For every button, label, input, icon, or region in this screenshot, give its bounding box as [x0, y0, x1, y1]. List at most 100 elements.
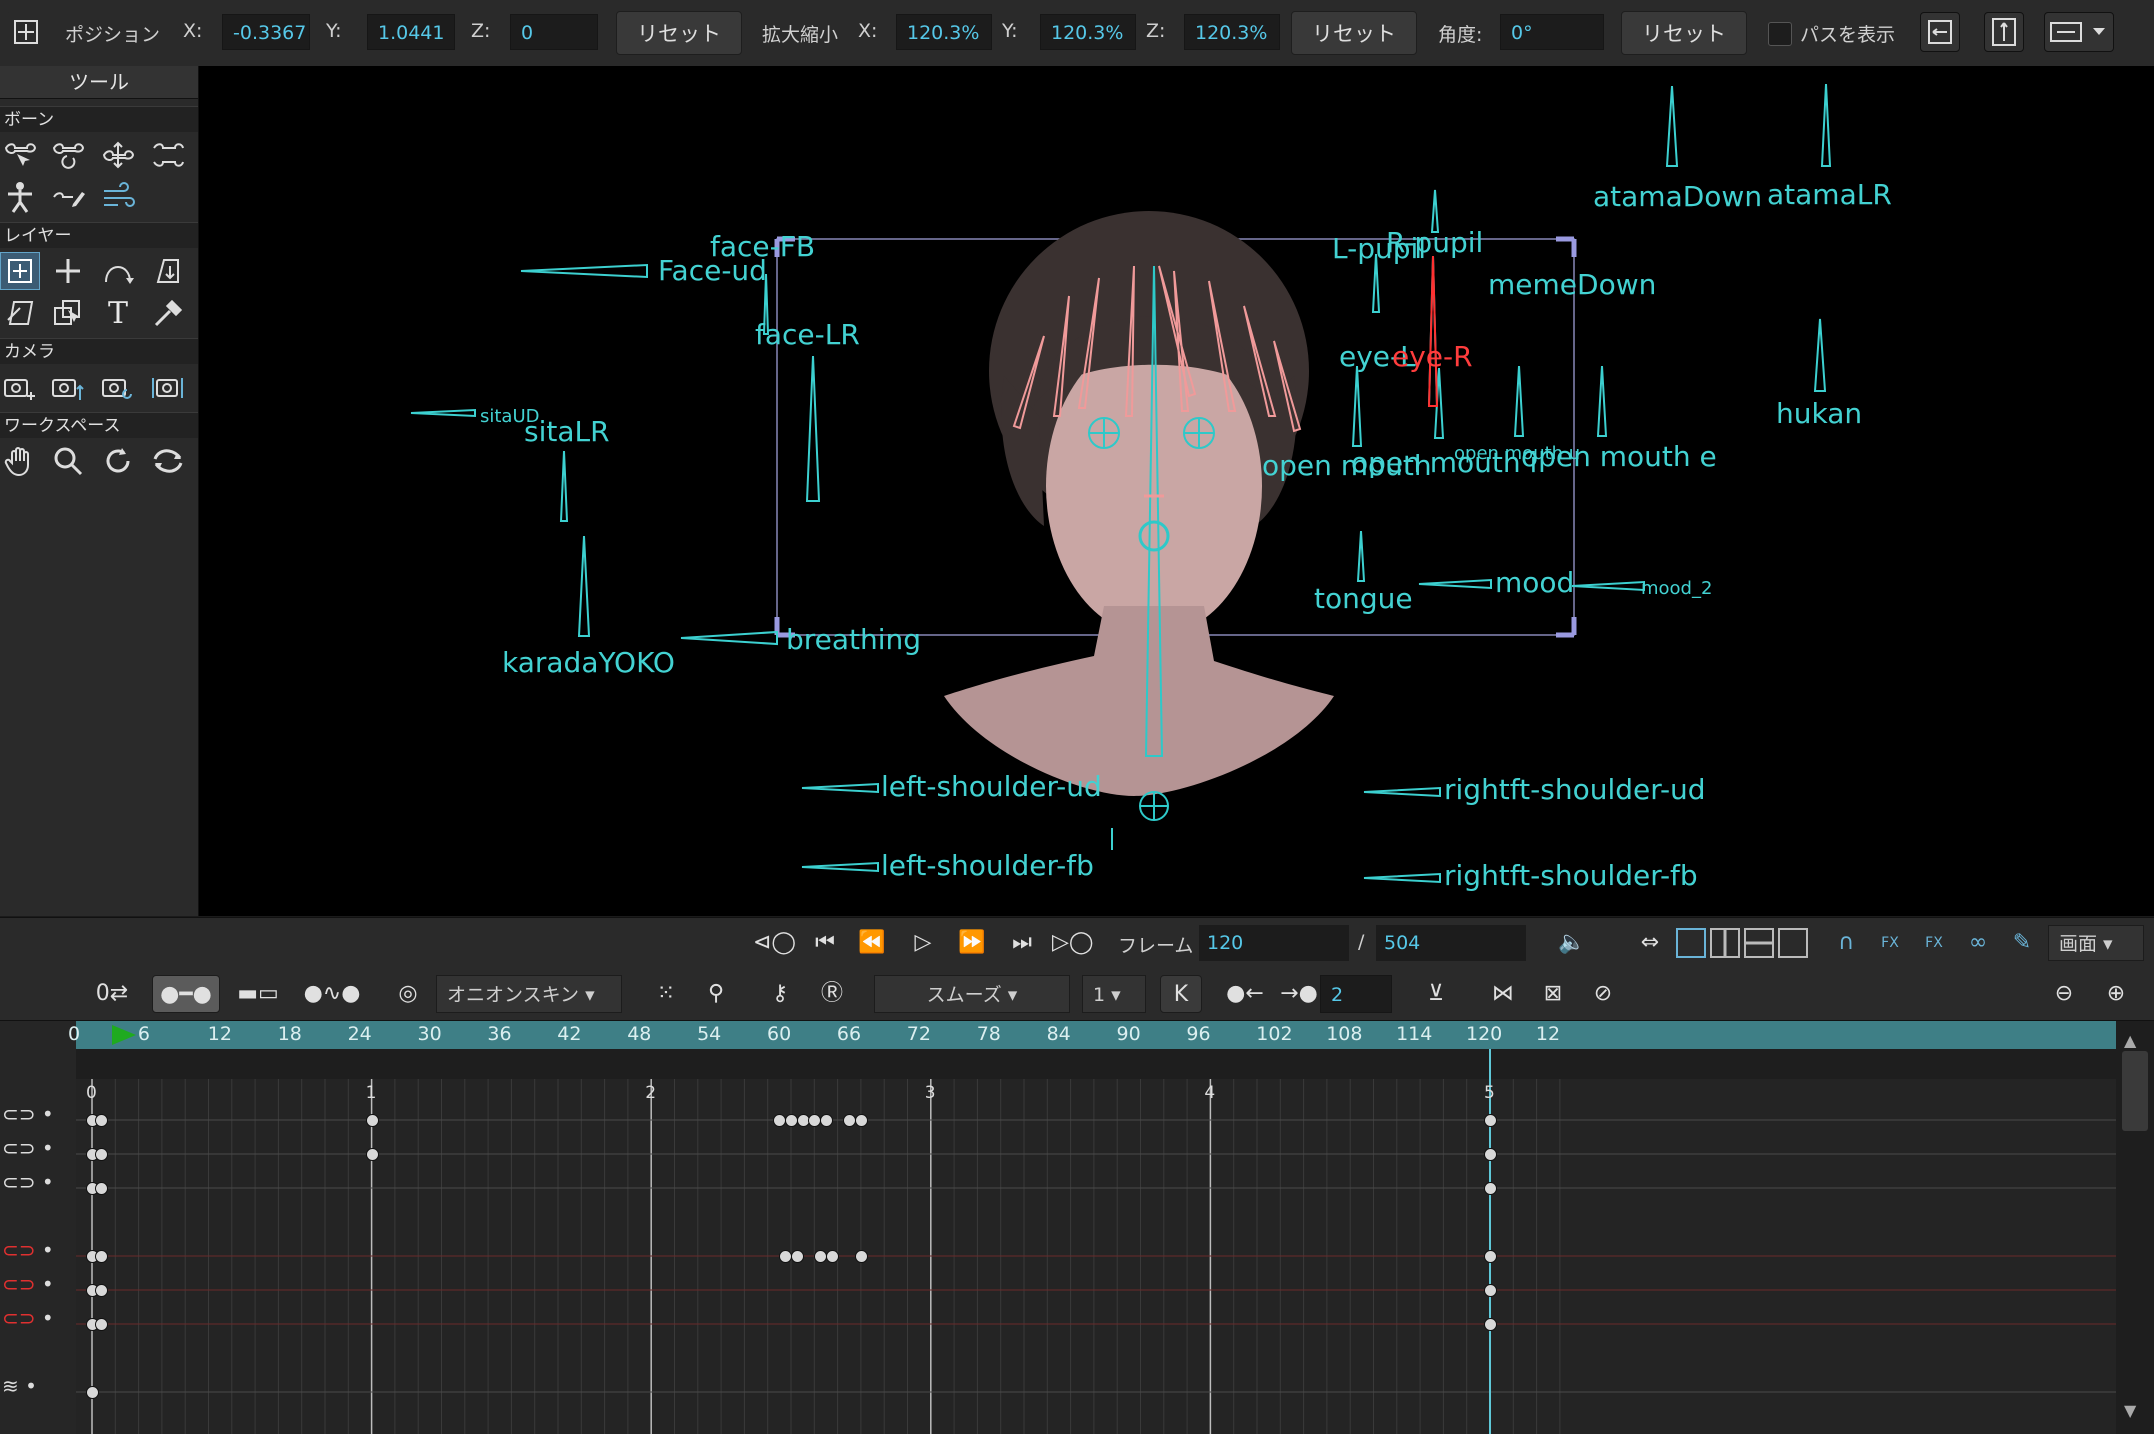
first-frame-icon[interactable]: ⏮	[805, 925, 845, 961]
show-path-checkbox[interactable]	[1768, 22, 1792, 46]
layout-single-icon[interactable]	[1676, 928, 1706, 958]
total-frames-field[interactable]: 504	[1376, 925, 1526, 961]
scale-x-field[interactable]: 120.3%	[896, 14, 992, 50]
keyframe-dot[interactable]	[854, 1250, 868, 1263]
scale-z-field[interactable]: 120.3%	[1184, 14, 1280, 50]
eyedropper-icon[interactable]	[148, 294, 188, 332]
scroll-thumb[interactable]	[2122, 1051, 2148, 1131]
rotate-view-icon[interactable]	[98, 442, 138, 480]
zoom-out-icon[interactable]: ⊖	[2042, 975, 2086, 1013]
auto-key-icon[interactable]: ⚲	[694, 975, 738, 1013]
prev-key-icon[interactable]: ●←	[1222, 975, 1268, 1013]
keyframe-dot[interactable]	[819, 1114, 833, 1127]
position-reset-button[interactable]: リセット	[616, 11, 742, 55]
layer-transform-icon[interactable]	[0, 252, 40, 290]
fx-icon[interactable]: FX	[1870, 925, 1910, 961]
angle-field[interactable]: 0°	[1500, 14, 1604, 50]
bone-label-tongue[interactable]: tongue	[1314, 582, 1413, 615]
playhead-start-marker[interactable]	[110, 1021, 140, 1049]
pos-x-field[interactable]: -0.3367	[222, 14, 310, 50]
bone-label-r-pupil[interactable]: R-pupil	[1386, 226, 1483, 259]
curve-tool-icon[interactable]	[98, 252, 138, 290]
bone-label-atama-lr[interactable]: atamaLR	[1767, 178, 1892, 211]
prev-frame-icon[interactable]: ⏪	[852, 925, 892, 961]
keyframe-dot[interactable]	[86, 1386, 99, 1399]
bone-label-breathing[interactable]: breathing	[786, 623, 921, 656]
fit-horizontal-icon[interactable]	[1920, 12, 1960, 52]
bone-select-icon[interactable]	[0, 136, 40, 174]
fit-timeline-icon[interactable]: ⇔	[1630, 925, 1670, 961]
loop-start-icon[interactable]: ⊲◯	[753, 925, 796, 961]
bone-rotate-icon[interactable]	[48, 136, 88, 174]
camera-rotate-icon[interactable]	[98, 368, 138, 406]
bone-label-face-lr[interactable]: face-LR	[755, 318, 860, 351]
volume-icon[interactable]: 🔈	[1552, 925, 1592, 961]
keyframe-dot[interactable]	[365, 1148, 379, 1161]
track-wind-icon[interactable]: ≋ •	[2, 1374, 37, 1398]
curve-mode-icon[interactable]: ●∿●	[298, 975, 366, 1013]
canvas-viewport[interactable]: face-FB Face-ud face-LR sitaUD sitaLR ka…	[199, 66, 2154, 916]
step-dropdown[interactable]: 1 ▾	[1082, 975, 1146, 1013]
bone-label-right-shoulder-fb[interactable]: rightft-shoulder-fb	[1444, 859, 1698, 892]
hand-tool-icon[interactable]	[0, 442, 40, 480]
brush-icon[interactable]: ✎	[2002, 925, 2042, 961]
layer-select-icon[interactable]	[48, 294, 88, 332]
zoom-in-icon[interactable]: ⊕	[2094, 975, 2138, 1013]
add-key-icon[interactable]: ⊻	[1414, 975, 1458, 1013]
last-frame-icon[interactable]: ⏭	[1002, 925, 1042, 961]
bone-scale-icon[interactable]	[148, 136, 188, 174]
track-rotate-icon[interactable]: ⊂⊃ •	[2, 1102, 54, 1126]
camera-add-icon[interactable]	[0, 368, 40, 406]
interpolation-dropdown[interactable]: スムーズ ▾	[874, 975, 1070, 1013]
keyframe-dot[interactable]	[1484, 1148, 1497, 1161]
pos-z-field[interactable]: 0	[510, 14, 598, 50]
keyframe-dot[interactable]	[1484, 1318, 1497, 1331]
key-icon[interactable]: ⚷	[758, 975, 802, 1013]
record-icon[interactable]: Ⓡ	[810, 975, 854, 1013]
track-move-red-icon[interactable]: ⊂⊃ •	[2, 1272, 54, 1296]
fit-vertical-icon[interactable]	[1984, 12, 2024, 52]
bone-draw-icon[interactable]	[48, 178, 88, 216]
scale-y-field[interactable]: 120.3%	[1040, 14, 1136, 50]
bone-label-face-ud[interactable]: Face-ud	[658, 254, 767, 287]
frame-ruler[interactable]: 0 6 12 18 24 30 36 42 48 54 60 66 72 78 84 90 96 102 108 11…	[68, 1021, 2116, 1049]
keyframe-k-button[interactable]: K	[1160, 975, 1202, 1013]
view-options-dropdown-icon[interactable]	[2044, 12, 2114, 52]
keyframe-dot[interactable]	[1484, 1284, 1497, 1297]
bone-label-right-shoulder-ud[interactable]: rightft-shoulder-ud	[1444, 773, 1706, 806]
keyframe-dot[interactable]	[1484, 1182, 1497, 1195]
layout-split-v-icon[interactable]	[1710, 928, 1740, 958]
reset-view-icon[interactable]	[148, 442, 188, 480]
fx-box-icon[interactable]: FX	[1914, 925, 1954, 961]
bone-label-sita-lr[interactable]: sitaLR	[524, 415, 610, 448]
bone-label-eye-r[interactable]: eye-R	[1392, 340, 1473, 373]
keyframe-dot[interactable]	[1484, 1250, 1497, 1263]
layer-add-icon[interactable]	[48, 252, 88, 290]
keyframe-dot[interactable]	[1484, 1114, 1497, 1127]
pos-y-field[interactable]: 1.0441	[367, 14, 455, 50]
grid-keys-icon[interactable]: ⁙	[644, 975, 688, 1013]
curve-view-icon[interactable]: ∩	[1826, 925, 1866, 961]
bone-label-mood-2[interactable]: mood_2	[1641, 578, 1712, 599]
bone-label-mood[interactable]: mood	[1495, 566, 1574, 599]
track-move-icon[interactable]: ⊂⊃ •	[2, 1136, 54, 1160]
screen-dropdown[interactable]: 画面 ▾	[2048, 925, 2144, 961]
scroll-down-icon[interactable]: ▼	[2124, 1401, 2136, 1420]
keyframe-mode-icon[interactable]: ●━●	[152, 975, 220, 1013]
bone-label-left-shoulder-ud[interactable]: left-shoulder-ud	[881, 770, 1102, 803]
bone-label-meme-down[interactable]: memeDown	[1488, 268, 1656, 301]
bone-label-left-shoulder-fb[interactable]: left-shoulder-fb	[881, 849, 1094, 882]
scroll-up-icon[interactable]: ▲	[2124, 1031, 2136, 1050]
bone-figure-icon[interactable]	[0, 178, 40, 216]
share-key-icon[interactable]: ⋈	[1480, 975, 1526, 1013]
step-mode-icon[interactable]: ▬▭	[228, 975, 288, 1013]
keyframe-dot[interactable]	[854, 1114, 868, 1127]
mesh-tool-icon[interactable]	[148, 252, 188, 290]
wind-icon[interactable]	[98, 178, 138, 216]
loop-end-icon[interactable]: ▷◯	[1052, 925, 1094, 961]
keyframe-dot[interactable]	[365, 1114, 379, 1127]
mask-icon[interactable]: ∞	[1958, 925, 1998, 961]
next-frame-icon[interactable]: ⏩	[952, 925, 992, 961]
zoom-tool-icon[interactable]	[48, 442, 88, 480]
camera-move-icon[interactable]	[48, 368, 88, 406]
